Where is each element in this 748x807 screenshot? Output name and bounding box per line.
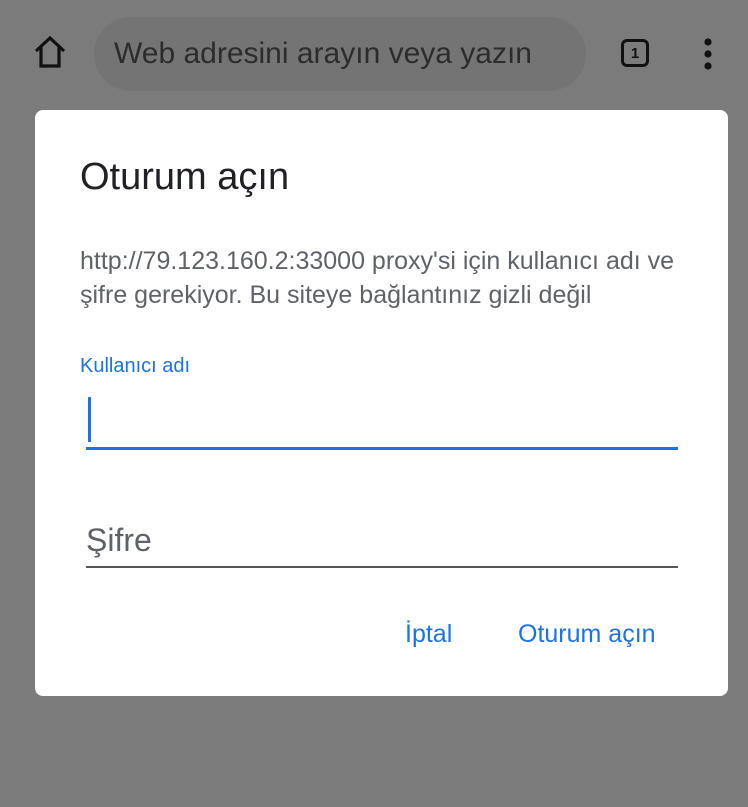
cancel-button[interactable]: İptal	[405, 620, 452, 649]
tab-count-icon: 1	[621, 39, 649, 67]
sign-in-button[interactable]: Oturum açın	[518, 620, 656, 649]
username-label: Kullanıcı adı	[80, 355, 191, 377]
omnibox-placeholder: Web adresini arayın veya yazın	[114, 37, 532, 70]
omnibox[interactable]: Web adresini arayın veya yazın	[94, 17, 586, 91]
tab-count: 1	[630, 44, 640, 62]
more-vert-icon	[704, 38, 712, 70]
text-cursor	[88, 397, 91, 442]
menu-button[interactable]	[690, 30, 726, 78]
home-icon	[34, 35, 66, 68]
password-input[interactable]	[86, 514, 678, 568]
tab-switcher-button[interactable]: 1	[614, 33, 656, 73]
dialog-message: http://79.123.160.2:33000 proxy'si için …	[80, 247, 675, 309]
username-input[interactable]	[86, 388, 678, 450]
browser-toolbar: Web adresini arayın veya yazın 1	[0, 0, 748, 100]
dialog-title: Oturum açın	[80, 156, 290, 198]
home-button[interactable]	[28, 30, 72, 74]
sign-in-dialog: Oturum açın http://79.123.160.2:33000 pr…	[35, 110, 728, 696]
